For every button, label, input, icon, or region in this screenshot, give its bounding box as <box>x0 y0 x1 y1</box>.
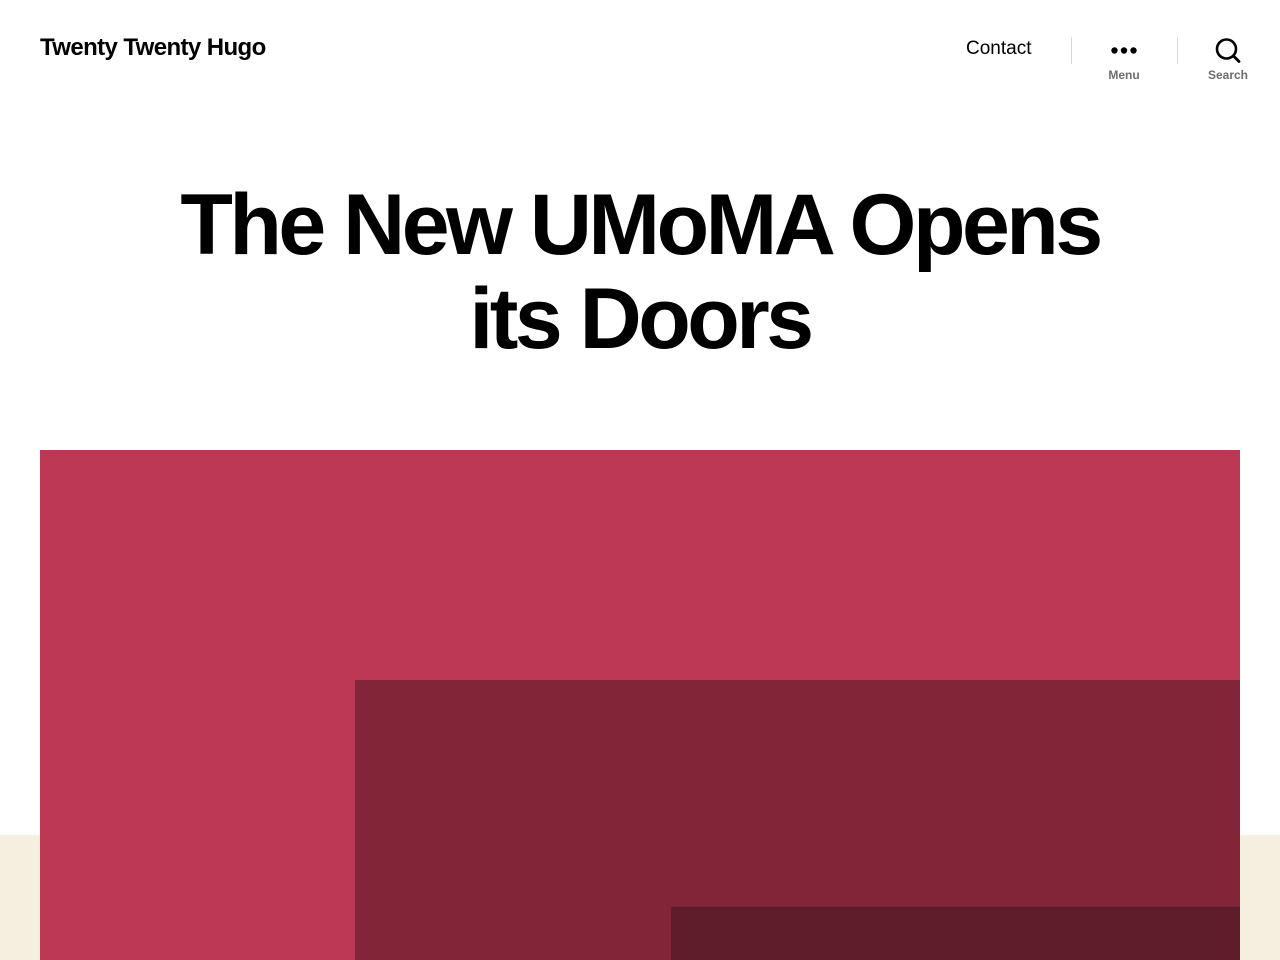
search-icon <box>1188 34 1268 66</box>
search-toggle-label: Search <box>1207 68 1249 82</box>
header-divider <box>1177 37 1178 64</box>
menu-toggle-label: Menu <box>1108 68 1140 82</box>
page-title: The New UMoMA Opens its Doors <box>180 177 1103 367</box>
site-header: Twenty Twenty Hugo Contact Menu Search <box>0 0 1280 100</box>
site-title-link[interactable]: Twenty Twenty Hugo <box>40 34 266 62</box>
nav-item-contact[interactable]: Contact <box>966 38 1031 60</box>
ellipsis-icon <box>1084 34 1164 66</box>
featured-image-block-dark <box>671 907 1240 960</box>
menu-toggle-button[interactable]: Menu <box>1084 34 1164 90</box>
featured-image <box>40 450 1240 960</box>
search-toggle-button[interactable]: Search <box>1188 34 1268 90</box>
page: Twenty Twenty Hugo Contact Menu Search T… <box>0 0 1280 960</box>
header-divider <box>1071 37 1072 64</box>
